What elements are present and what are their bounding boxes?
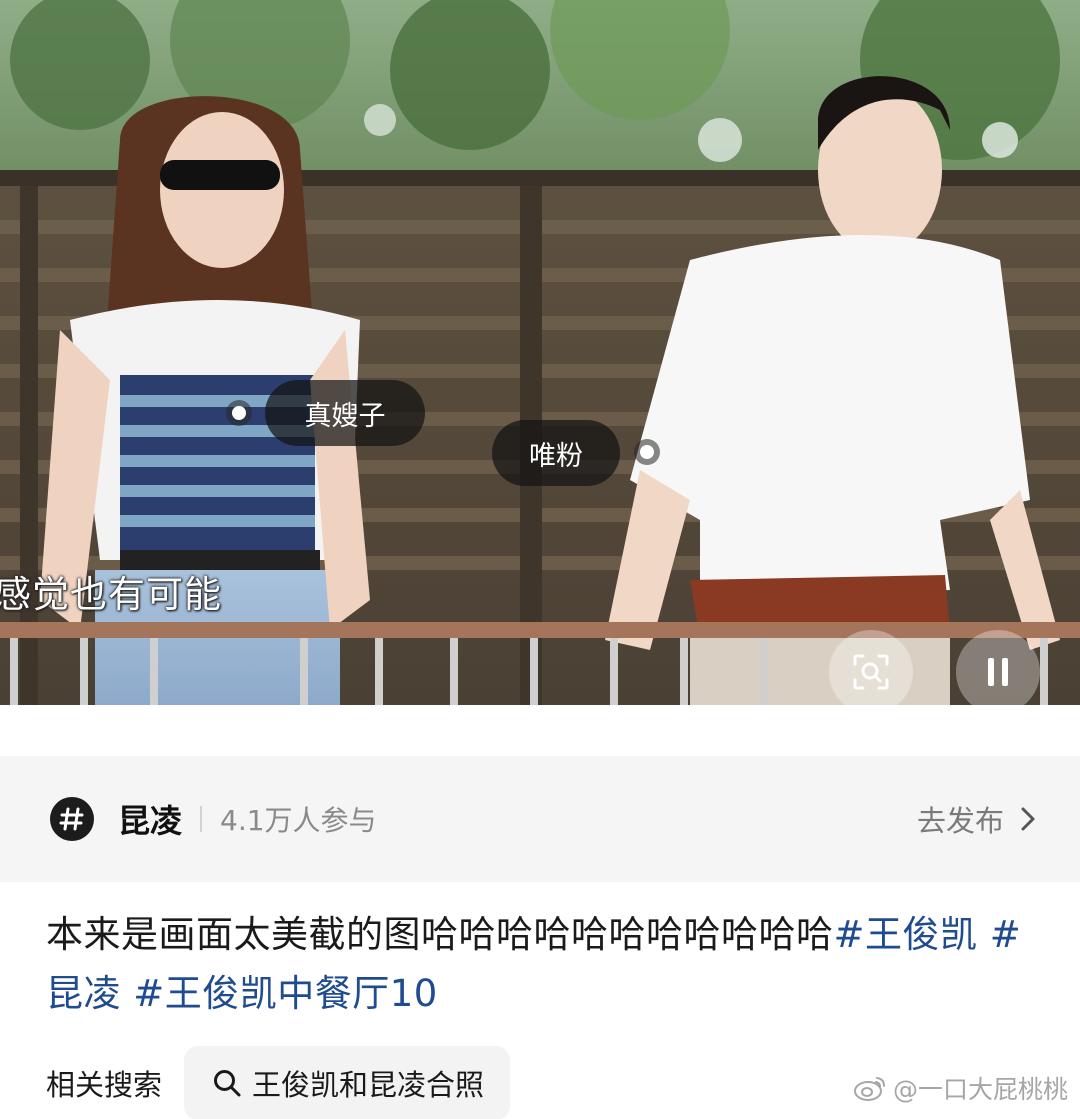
image-search-button[interactable] xyxy=(829,630,913,705)
search-icon xyxy=(214,1070,241,1097)
go-publish-label: 去发布 xyxy=(916,804,1004,838)
related-search-label: 相关搜索 xyxy=(46,1068,163,1102)
topic-bar[interactable]: 昆凌 4.1万人参与 去发布 xyxy=(0,756,1080,882)
topic-name[interactable]: 昆凌 xyxy=(118,796,182,842)
weibo-logo-icon xyxy=(853,1074,887,1102)
pause-button[interactable] xyxy=(956,630,1040,705)
divider xyxy=(200,806,203,832)
related-search-text: 王俊凯和昆凌合照 xyxy=(252,1068,485,1102)
photo-tag-1[interactable]: 真嫂子 xyxy=(265,380,425,446)
related-search-chip[interactable]: 王俊凯和昆凌合照 xyxy=(184,1046,511,1119)
go-publish-button[interactable]: 去发布 xyxy=(917,798,1036,840)
post-text: 本来是画面太美截的图哈哈哈哈哈哈哈哈哈哈哈#王俊凯 #昆凌 #王俊凯中餐厅10 xyxy=(46,905,1046,1023)
watermark-text: @一口大屁桃桃 xyxy=(892,1075,1068,1104)
watermark: @一口大屁桃桃 xyxy=(853,1070,1068,1106)
chevron-right-icon xyxy=(1020,806,1036,832)
topic-participants: 4.1万人参与 xyxy=(220,804,377,837)
image-search-icon xyxy=(853,654,889,690)
hashtag-link[interactable]: #王俊凯 xyxy=(834,913,978,956)
pause-icon xyxy=(988,658,1008,686)
tag-dot-1[interactable] xyxy=(226,400,252,426)
photo-tag-label: 真嫂子 xyxy=(304,400,386,432)
related-search: 相关搜索 王俊凯和昆凌合照 xyxy=(46,1046,511,1119)
hashtag-bubble-icon xyxy=(50,797,94,841)
post-body: 本来是画面太美截的图哈哈哈哈哈哈哈哈哈哈哈 xyxy=(46,913,834,956)
video-player[interactable]: 真嫂子 唯粉 感觉也有可能 xyxy=(0,0,1080,705)
photo-tag-2[interactable]: 唯粉 xyxy=(492,420,620,486)
tag-dot-2[interactable] xyxy=(634,439,660,465)
photo-tag-label: 唯粉 xyxy=(529,440,583,472)
hashtag-link[interactable]: #王俊凯中餐厅10 xyxy=(133,972,438,1015)
video-subtitle: 感觉也有可能 xyxy=(0,573,222,616)
